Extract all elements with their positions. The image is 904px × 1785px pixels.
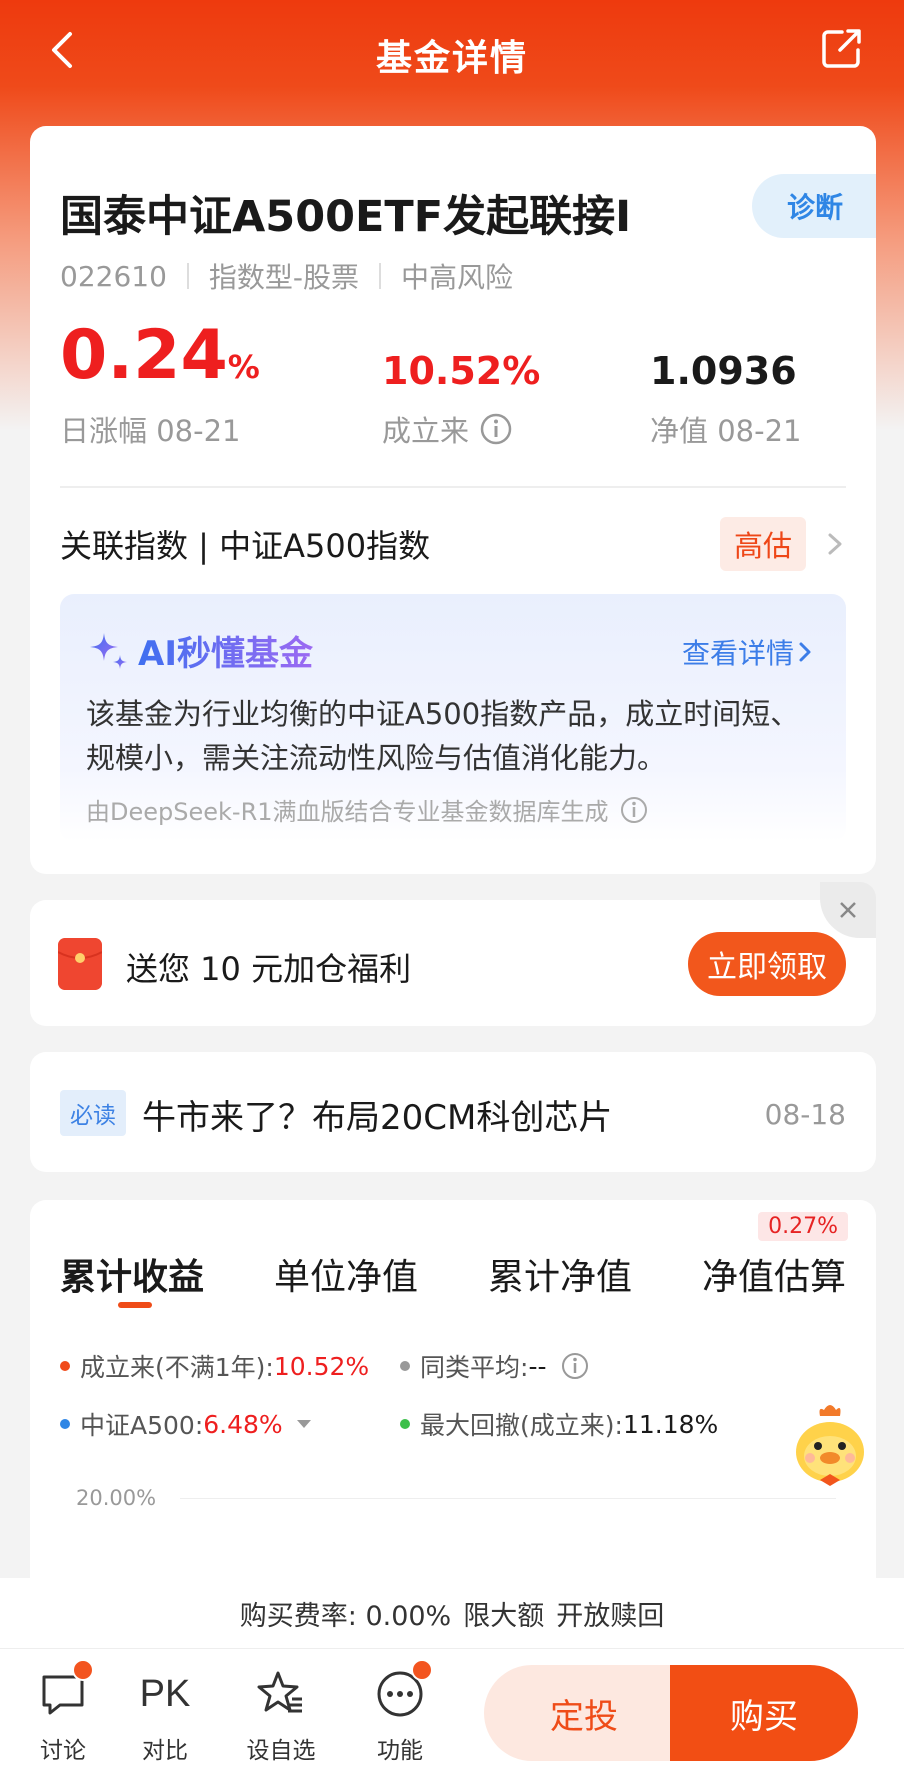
daily-change-unit: %	[227, 348, 260, 386]
nav-compare[interactable]: PK 对比	[120, 1669, 210, 1765]
divider	[60, 486, 846, 488]
nav-value: 1.0936	[650, 349, 797, 393]
legend-category-average: 同类平均: --	[400, 1348, 590, 1384]
legend-dot	[400, 1361, 410, 1371]
info-icon[interactable]	[479, 412, 513, 446]
fund-name: 国泰中证A500ETF发起联接I	[60, 192, 632, 242]
divider	[379, 263, 381, 289]
news-date: 08-18	[764, 1098, 846, 1131]
news-card[interactable]: 必读 牛市来了？布局20CM科创芯片 08-18	[30, 1052, 876, 1172]
related-index-row[interactable]: 关联指数 | 中证A500指数 高估	[60, 506, 846, 582]
legend-label: 成立来(不满1年):	[80, 1353, 274, 1382]
nav-label: 功能	[377, 1738, 423, 1764]
news-title: 牛市来了？布局20CM科创芯片	[142, 1098, 613, 1138]
red-packet-icon	[57, 938, 103, 990]
promo-text: 送您 10 元加仓福利	[126, 950, 412, 988]
daily-change-stat: 0.24% 日涨幅 08-21	[60, 322, 260, 450]
nav-add-watchlist[interactable]: 设自选	[236, 1669, 326, 1765]
notification-dot	[411, 1659, 433, 1681]
fund-code: 022610	[60, 259, 167, 293]
since-inception-value: 10.52%	[382, 349, 541, 393]
since-inception-label: 成立来	[382, 414, 470, 448]
chart-tabs: 累计收益 单位净值 累计净值 净值估算	[60, 1248, 846, 1300]
performance-card: 0.27% 累计收益 单位净值 累计净值 净值估算 成立来(不满1年): 10.…	[30, 1200, 876, 1620]
nav-label: 对比	[142, 1738, 188, 1764]
fund-type: 指数型-股票	[208, 261, 359, 294]
purchase-fee-rate: 购买费率: 0.00%	[239, 1600, 452, 1632]
ai-summary-box: AI秒懂基金 查看详情 该基金为行业均衡的中证A500指数产品，成立时间短、规模…	[60, 594, 846, 842]
sparkle-icon	[90, 632, 127, 669]
auto-invest-button[interactable]: 定投	[484, 1665, 684, 1761]
close-icon	[840, 902, 856, 918]
nav-functions[interactable]: 功能	[355, 1659, 445, 1765]
nav-discuss[interactable]: 讨论	[18, 1659, 108, 1765]
divider	[186, 263, 189, 289]
ai-more-label: 查看详情	[681, 637, 794, 670]
info-icon[interactable]	[560, 1351, 590, 1381]
grid-line	[180, 1498, 836, 1499]
tab-cumulative-return[interactable]: 累计收益	[60, 1248, 204, 1300]
estimate-badge: 0.27%	[758, 1212, 848, 1241]
ai-footer: 由DeepSeek-R1满血版结合专业基金数据库生成	[86, 792, 649, 827]
redeem-status: 开放赎回	[556, 1600, 665, 1632]
legend-value: 6.48%	[203, 1409, 283, 1439]
buy-button[interactable]: 购买	[670, 1665, 858, 1761]
nav-label: 设自选	[246, 1738, 316, 1764]
valuation-badge: 高估	[719, 517, 806, 571]
top-bar: 基金详情	[0, 0, 904, 110]
active-tab-indicator	[118, 1302, 152, 1308]
legend-value: 11.18%	[622, 1409, 719, 1439]
star-icon	[257, 1671, 302, 1713]
ai-more-link[interactable]: 查看详情	[682, 632, 816, 672]
ai-title: AI秒懂基金	[138, 626, 313, 675]
daily-change-label: 日涨幅 08-21	[60, 414, 241, 448]
ai-summary-text: 该基金为行业均衡的中证A500指数产品，成立时间短、规模小，需关注流动性风险与估…	[86, 697, 800, 775]
legend-max-drawdown: 最大回撤(成立来): 11.18%	[400, 1406, 718, 1442]
back-icon[interactable]	[44, 28, 84, 72]
mascot-icon[interactable]	[784, 1400, 876, 1492]
legend-value: --	[528, 1351, 547, 1381]
caret-down-icon	[296, 1420, 311, 1428]
legend-label: 最大回撤(成立来):	[420, 1411, 623, 1440]
share-icon[interactable]	[820, 26, 864, 70]
must-read-tag: 必读	[60, 1090, 126, 1136]
promo-card: 送您 10 元加仓福利 立即领取	[30, 882, 876, 1026]
nav-stat: 1.0936 净值 08-21	[650, 352, 802, 450]
ai-title-row: AI秒懂基金	[86, 626, 313, 675]
claim-button[interactable]: 立即领取	[688, 932, 846, 996]
chevron-right-icon	[828, 533, 842, 555]
legend-index[interactable]: 中证A500: 6.48%	[60, 1406, 313, 1442]
legend-dot	[60, 1361, 70, 1371]
notification-dot	[72, 1659, 94, 1681]
page-title: 基金详情	[375, 38, 528, 79]
diagnose-button[interactable]: 诊断	[752, 174, 876, 238]
legend-value: 10.52%	[273, 1351, 370, 1381]
large-amount-limit: 限大额	[463, 1600, 545, 1632]
legend-since-inception: 成立来(不满1年): 10.52%	[60, 1348, 369, 1384]
daily-change-value: 0.24	[60, 316, 228, 395]
legend-dot	[60, 1419, 70, 1429]
legend-label: 同类平均:	[420, 1353, 529, 1382]
tab-cumulative-nav[interactable]: 累计净值	[488, 1248, 632, 1300]
related-index-label: 关联指数 | 中证A500指数	[60, 527, 431, 565]
nav-label: 净值 08-21	[650, 414, 802, 448]
bottom-action-bar: 讨论 PK 对比 设自选 功能 定投 购买	[0, 1648, 904, 1785]
info-icon[interactable]	[619, 795, 649, 825]
close-promo-button[interactable]	[820, 882, 876, 938]
tab-unit-nav[interactable]: 单位净值	[274, 1248, 418, 1300]
fund-overview-card: 国泰中证A500ETF发起联接I 诊断 022610 指数型-股票 中高风险 0…	[30, 126, 876, 874]
nav-label: 讨论	[40, 1738, 86, 1764]
pk-icon: PK	[139, 1672, 191, 1715]
chevron-right-icon	[799, 642, 811, 662]
ai-footer-text: 由DeepSeek-R1满血版结合专业基金数据库生成	[86, 798, 609, 826]
fee-info-bar: 购买费率: 0.00% 限大额 开放赎回	[0, 1578, 904, 1648]
tab-nav-estimate[interactable]: 净值估算	[702, 1248, 846, 1300]
fund-risk: 中高风险	[401, 261, 514, 294]
since-inception-stat: 10.52% 成立来	[382, 352, 540, 450]
legend-label: 中证A500:	[80, 1411, 204, 1440]
fund-meta: 022610 指数型-股票 中高风险	[60, 256, 513, 296]
y-axis-label: 20.00%	[76, 1486, 157, 1510]
legend-dot	[400, 1419, 410, 1429]
